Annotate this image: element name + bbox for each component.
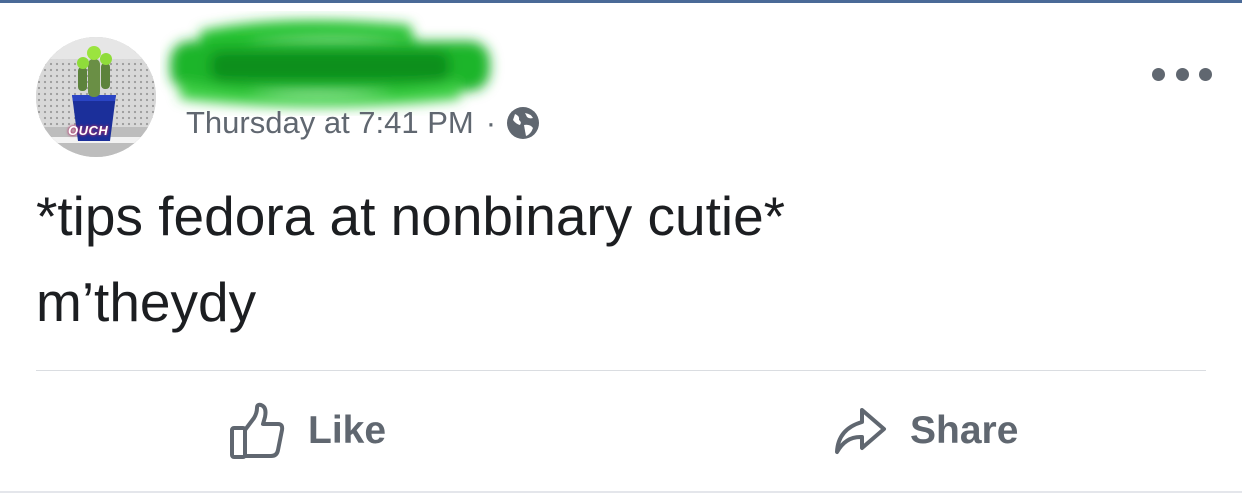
action-divider — [36, 370, 1206, 371]
name-redaction-scribble — [170, 20, 490, 107]
avatar-caption: OUCH — [68, 123, 109, 138]
post-meta: Thursday at 7:41 PM · — [186, 103, 540, 143]
like-label: Like — [308, 409, 387, 452]
share-button[interactable]: Share — [832, 400, 1018, 462]
share-arrow-icon — [835, 408, 886, 454]
meta-separator: · — [485, 105, 497, 140]
more-horizontal-icon-dot — [1175, 67, 1189, 81]
like-button[interactable]: Like — [228, 400, 386, 462]
post-text-line: m’theydy — [36, 271, 257, 333]
more-options-button[interactable] — [1152, 59, 1212, 89]
post-text-line: *tips fedora at nonbinary cutie* — [36, 185, 786, 247]
globe-icon[interactable] — [506, 106, 540, 140]
share-label: Share — [910, 409, 1019, 452]
post-timestamp[interactable]: Thursday at 7:41 PM — [186, 105, 474, 141]
more-horizontal-icon-dot — [1152, 67, 1165, 81]
more-horizontal-icon-dot — [1199, 67, 1212, 81]
avatar-photo — [36, 37, 156, 157]
post-body: *tips fedora at nonbinary cutie* m’theyd… — [36, 173, 1196, 345]
post-card: OUCH Thursday at 7:41 PM · *tips fedora … — [0, 3, 1242, 498]
thumbs-up-icon — [230, 402, 285, 459]
avatar[interactable]: OUCH — [36, 37, 156, 157]
bottom-border — [0, 491, 1242, 493]
